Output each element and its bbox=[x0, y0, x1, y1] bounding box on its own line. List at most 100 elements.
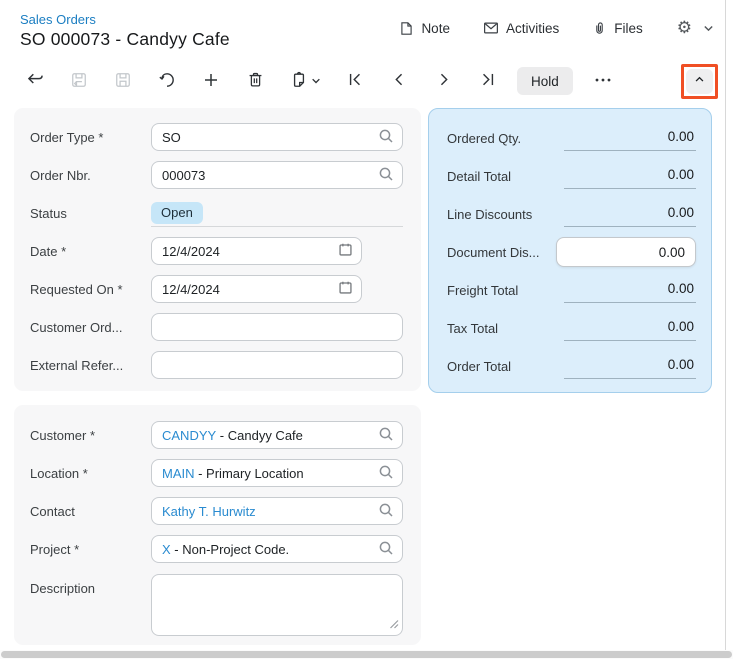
save-button[interactable] bbox=[109, 67, 137, 95]
order-total-label: Order Total bbox=[447, 359, 511, 374]
customer-order-label: Customer Ord... bbox=[30, 320, 151, 335]
previous-record-button[interactable] bbox=[385, 67, 413, 95]
order-nbr-input[interactable] bbox=[162, 168, 378, 183]
next-record-icon bbox=[434, 70, 453, 92]
location-field[interactable]: MAIN - Primary Location bbox=[151, 459, 403, 487]
page-header: Sales Orders SO 000073 - Candyy Cafe Not… bbox=[0, 0, 733, 58]
customer-row: Customer * CANDYY - Candyy Cafe bbox=[14, 416, 421, 454]
order-type-field[interactable] bbox=[151, 123, 403, 151]
customer-order-row: Customer Ord... bbox=[14, 308, 421, 346]
external-ref-input[interactable] bbox=[162, 358, 394, 373]
activities-button[interactable]: Activities bbox=[480, 17, 561, 39]
contact-field[interactable]: Kathy T. Hurwitz bbox=[151, 497, 403, 525]
files-button[interactable]: Files bbox=[589, 18, 645, 39]
location-label: Location * bbox=[30, 466, 151, 481]
location-lookup-button[interactable] bbox=[378, 464, 394, 483]
tax-total-label: Tax Total bbox=[447, 321, 498, 336]
order-nbr-field[interactable] bbox=[151, 161, 403, 189]
project-code-link[interactable]: X bbox=[162, 542, 171, 557]
status-row: Status Open bbox=[14, 194, 421, 232]
breadcrumb[interactable]: Sales Orders bbox=[20, 12, 96, 27]
order-total-row: Order Total 0.00 bbox=[429, 347, 711, 385]
trash-icon bbox=[246, 70, 265, 92]
freight-total-value: 0.00 bbox=[564, 277, 696, 303]
description-label: Description bbox=[30, 574, 151, 596]
hold-button[interactable]: Hold bbox=[517, 67, 573, 95]
undo-button[interactable] bbox=[153, 67, 181, 95]
save-icon bbox=[113, 70, 133, 93]
customer-order-input[interactable] bbox=[162, 320, 394, 335]
record-toolbar: Hold bbox=[0, 62, 733, 100]
activities-label: Activities bbox=[506, 21, 559, 36]
add-record-button[interactable] bbox=[197, 67, 225, 95]
delete-record-button[interactable] bbox=[241, 67, 269, 95]
previous-record-icon bbox=[390, 70, 409, 92]
customer-name-text: - Candyy Cafe bbox=[216, 428, 303, 443]
status-field: Open bbox=[151, 199, 403, 227]
detail-total-value: 0.00 bbox=[564, 163, 696, 189]
order-type-input[interactable] bbox=[162, 130, 378, 145]
settings-gear-button[interactable]: ⚙ bbox=[675, 18, 694, 39]
project-field[interactable]: X - Non-Project Code. bbox=[151, 535, 403, 563]
cancel-back-button[interactable] bbox=[21, 67, 49, 95]
requested-on-calendar-button[interactable] bbox=[338, 280, 353, 298]
copy-paste-menu-button[interactable] bbox=[285, 67, 325, 95]
requested-on-input[interactable] bbox=[162, 282, 338, 297]
collapse-summary-button[interactable] bbox=[686, 69, 713, 94]
date-input[interactable] bbox=[162, 244, 338, 259]
order-nbr-lookup-button[interactable] bbox=[378, 166, 394, 185]
ordered-qty-label: Ordered Qty. bbox=[447, 131, 521, 146]
order-nbr-label: Order Nbr. bbox=[30, 168, 151, 183]
requested-on-field[interactable] bbox=[151, 275, 362, 303]
magnifier-icon bbox=[378, 426, 394, 445]
magnifier-icon bbox=[378, 166, 394, 185]
undo-icon bbox=[157, 70, 177, 93]
paperclip-icon bbox=[591, 20, 608, 37]
date-row: Date * bbox=[14, 232, 421, 270]
order-type-row: Order Type * bbox=[14, 118, 421, 156]
external-ref-label: External Refer... bbox=[30, 358, 151, 373]
location-row: Location * MAIN - Primary Location bbox=[14, 454, 421, 492]
customer-order-field[interactable] bbox=[151, 313, 403, 341]
date-label: Date * bbox=[30, 244, 151, 259]
horizontal-scrollbar-thumb[interactable] bbox=[1, 651, 732, 658]
order-type-lookup-button[interactable] bbox=[378, 128, 394, 147]
location-code-link[interactable]: MAIN bbox=[162, 466, 195, 481]
magnifier-icon bbox=[378, 464, 394, 483]
last-record-button[interactable] bbox=[473, 67, 501, 95]
external-ref-field[interactable] bbox=[151, 351, 403, 379]
more-actions-button[interactable] bbox=[589, 67, 617, 95]
date-field[interactable] bbox=[151, 237, 362, 265]
customer-field[interactable]: CANDYY - Candyy Cafe bbox=[151, 421, 403, 449]
first-record-button[interactable] bbox=[341, 67, 369, 95]
clipboard-icon bbox=[289, 70, 309, 93]
first-record-icon bbox=[346, 70, 365, 92]
description-textarea[interactable] bbox=[151, 574, 403, 636]
customer-info-panel: Customer * CANDYY - Candyy Cafe Location… bbox=[14, 405, 421, 645]
magnifier-icon bbox=[378, 540, 394, 559]
chevron-down-icon bbox=[703, 23, 714, 34]
order-info-panel: Order Type * Order Nbr. bbox=[14, 108, 421, 391]
requested-on-label: Requested On * bbox=[30, 282, 151, 297]
order-total-value: 0.00 bbox=[564, 353, 696, 379]
contact-label: Contact bbox=[30, 504, 151, 519]
note-button[interactable]: Note bbox=[396, 18, 452, 39]
contact-lookup-button[interactable] bbox=[378, 502, 394, 521]
settings-menu-chevron-button[interactable] bbox=[701, 21, 716, 36]
page-title: SO 000073 - Candyy Cafe bbox=[20, 29, 230, 50]
save-close-button[interactable] bbox=[65, 67, 93, 95]
calendar-icon bbox=[338, 242, 353, 260]
customer-lookup-button[interactable] bbox=[378, 426, 394, 445]
magnifier-icon bbox=[378, 502, 394, 521]
order-totals-panel: Ordered Qty. 0.00 Detail Total 0.00 Line… bbox=[428, 108, 712, 393]
customer-code-link[interactable]: CANDYY bbox=[162, 428, 216, 443]
next-record-button[interactable] bbox=[429, 67, 457, 95]
project-lookup-button[interactable] bbox=[378, 540, 394, 559]
date-calendar-button[interactable] bbox=[338, 242, 353, 260]
contact-link[interactable]: Kathy T. Hurwitz bbox=[162, 504, 256, 519]
horizontal-scrollbar[interactable] bbox=[0, 650, 733, 659]
vertical-scrollbar-track[interactable] bbox=[725, 0, 726, 650]
project-label: Project * bbox=[30, 542, 151, 557]
document-discounts-input[interactable] bbox=[556, 237, 696, 267]
note-icon bbox=[398, 20, 415, 37]
